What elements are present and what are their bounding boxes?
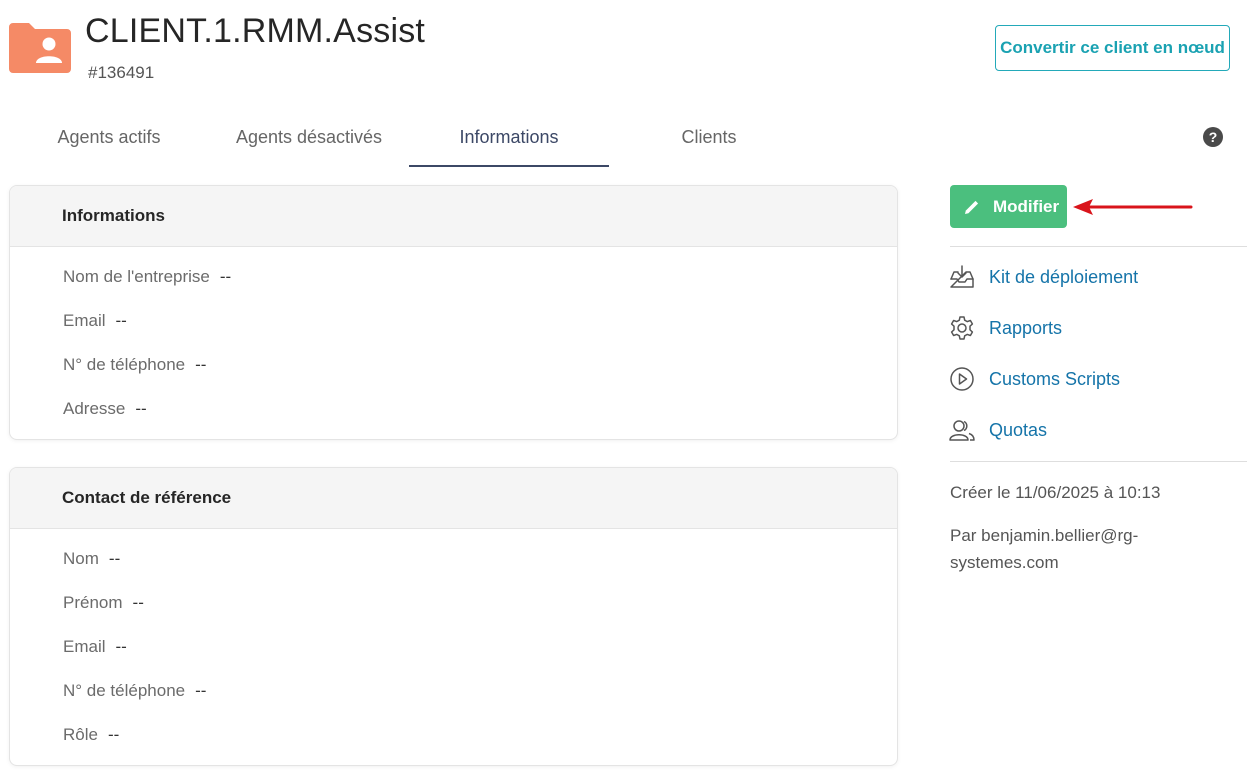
client-folder-icon <box>9 23 71 73</box>
help-icon[interactable]: ? <box>1203 127 1223 147</box>
sidebar-link-quotas[interactable]: Quotas <box>948 415 1047 445</box>
sidebar-link-label: Quotas <box>989 419 1048 440</box>
field-value: -- <box>115 311 127 330</box>
sidebar-divider <box>950 461 1247 462</box>
field-label: Prénom <box>63 593 123 612</box>
tab-bar: Agents actifs Agents désactivés Informat… <box>9 113 737 167</box>
created-by-line: Par benjamin.bellier@rg- <box>950 526 1139 545</box>
convert-to-node-button[interactable]: Convertir ce client en nœud <box>995 25 1230 71</box>
users-icon <box>949 420 975 441</box>
sidebar-link-deployment-kit[interactable]: Kit de déploiement <box>948 262 1138 292</box>
field-contact-phone: N° de téléphone -- <box>10 669 897 713</box>
field-label: Nom de l'entreprise <box>63 267 210 286</box>
client-title: CLIENT.1.RMM.Assist <box>85 12 426 50</box>
field-value: -- <box>132 593 144 612</box>
field-first-name: Prénom -- <box>10 581 897 625</box>
sidebar-link-label: Kit de déploiement <box>989 266 1139 287</box>
annotation-arrow-icon <box>1073 199 1193 215</box>
field-address: Adresse -- <box>10 387 897 431</box>
field-label: Nom <box>63 549 99 568</box>
field-email: Email -- <box>10 299 897 343</box>
created-by: Par benjamin.bellier@rg- systemes.com <box>950 522 1138 576</box>
informations-card-title: Informations <box>10 186 897 247</box>
field-label: Adresse <box>63 399 126 418</box>
field-value: -- <box>115 637 127 656</box>
svg-text:?: ? <box>1209 129 1218 145</box>
field-value: -- <box>195 681 207 700</box>
field-value: -- <box>108 549 121 568</box>
play-circle-icon <box>950 367 974 391</box>
created-date: Créer le 11/06/2025 à 10:13 <box>950 483 1161 502</box>
field-contact-email: Email -- <box>10 625 897 669</box>
sidebar-divider <box>950 246 1247 247</box>
field-phone: N° de téléphone -- <box>10 343 897 387</box>
field-value: -- <box>195 355 207 374</box>
field-value: -- <box>219 267 232 286</box>
tab-informations[interactable]: Informations <box>409 113 609 167</box>
reference-contact-card: Contact de référence Nom -- Prénom -- Emai… <box>9 467 898 766</box>
contact-card-title: Contact de référence <box>10 468 897 529</box>
edit-button[interactable]: Modifier <box>950 185 1067 228</box>
client-id: #136491 <box>88 63 155 82</box>
tab-agents-actifs[interactable]: Agents actifs <box>9 113 209 167</box>
inbox-download-icon <box>950 265 974 288</box>
field-last-name: Nom -- <box>10 537 897 581</box>
field-value: -- <box>107 725 120 744</box>
field-label: Email <box>63 637 106 656</box>
field-label: Email <box>63 311 106 330</box>
sidebar-link-custom-scripts[interactable]: Customs Scripts <box>948 364 1120 394</box>
sidebar-link-label: Rapports <box>989 317 1063 338</box>
field-label: Rôle <box>63 725 98 744</box>
pencil-icon <box>965 200 979 214</box>
gear-icon <box>950 316 974 340</box>
field-role: Rôle -- <box>10 713 897 757</box>
created-by-line: systemes.com <box>950 553 1059 572</box>
tab-clients[interactable]: Clients <box>609 113 809 167</box>
field-company-name: Nom de l'entreprise -- <box>10 255 897 299</box>
sidebar-link-label: Customs Scripts <box>989 368 1121 389</box>
tab-agents-desactives[interactable]: Agents désactivés <box>209 113 409 167</box>
sidebar-link-reports[interactable]: Rapports <box>948 313 1062 343</box>
field-value: -- <box>135 399 147 418</box>
field-label: N° de téléphone <box>63 355 186 374</box>
field-label: N° de téléphone <box>63 681 186 700</box>
informations-card: Informations Nom de l'entreprise -- Email… <box>9 185 898 440</box>
edit-button-label: Modifier <box>993 196 1060 216</box>
